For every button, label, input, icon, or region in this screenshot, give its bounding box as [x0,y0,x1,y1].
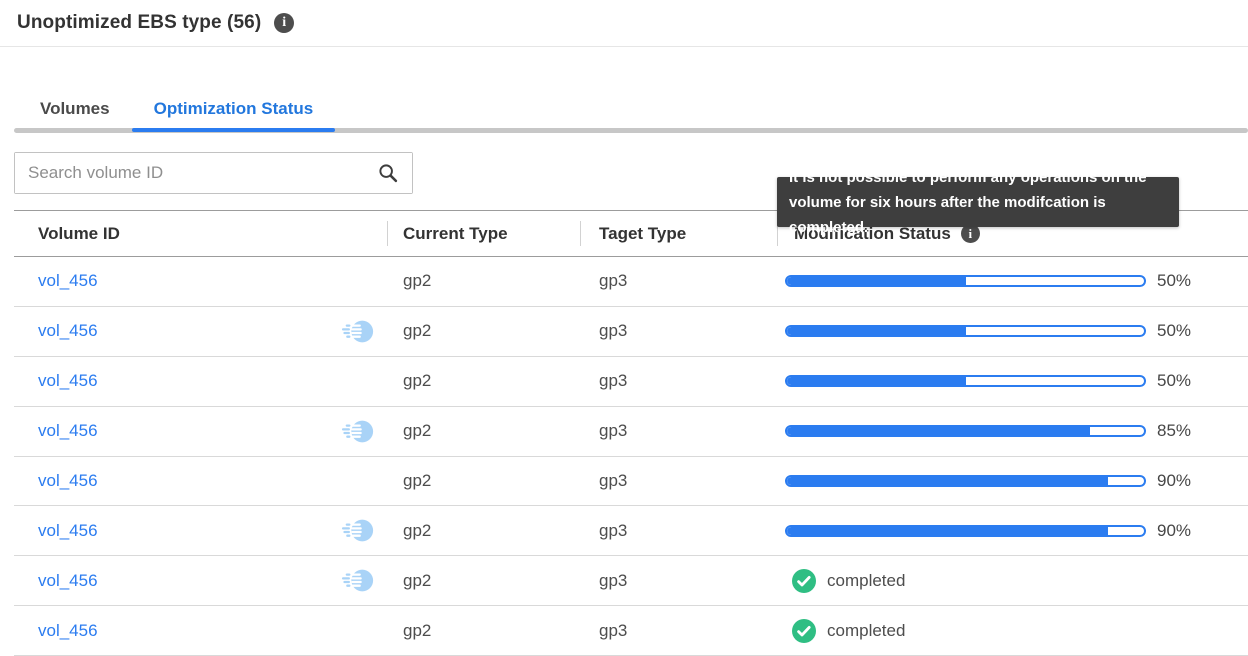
progress-percent-label: 50% [1157,371,1191,391]
progress-percent-label: 90% [1157,471,1191,491]
progress-bar-fill [787,477,1108,485]
volume-id-link[interactable]: vol_456 [38,421,98,441]
current-type-cell: gp2 [387,257,580,306]
progress-bar-fill [787,277,966,285]
current-type-cell: gp2 [387,556,580,605]
search-box [14,152,413,194]
current-type-cell: gp2 [387,506,580,555]
modification-status-cell: 90% [777,506,1248,555]
table-row: vol_456 [14,606,1248,656]
target-type-cell: gp3 [580,457,777,506]
target-type-cell: gp3 [580,257,777,306]
page-title: Unoptimized EBS type (56) [17,12,261,34]
progress-bar [785,425,1146,437]
current-type-cell: gp2 [387,407,580,456]
progress-indicator: 50% [785,271,1191,291]
progress-indicator: 90% [785,471,1191,491]
target-type-cell: gp3 [580,556,777,605]
target-type-cell: gp3 [580,307,777,356]
target-type-cell: gp3 [580,407,777,456]
current-type-cell: gp2 [387,307,580,356]
completed-label: completed [827,571,905,591]
progress-bar-fill [787,327,966,335]
table-row: vol_456 [14,357,1248,407]
title-info-icon[interactable]: i [274,13,294,33]
modification-status-cell: 50% [777,257,1248,306]
fast-modification-icon [341,418,375,445]
search-input[interactable] [15,153,412,193]
volume-id-link[interactable]: vol_456 [38,621,98,641]
progress-indicator: 50% [785,371,1191,391]
volume-id-link[interactable]: vol_456 [38,321,98,341]
table-row: vol_456 [14,307,1248,357]
current-type-cell: gp2 [387,606,580,655]
volume-id-cell: vol_456 [14,457,387,506]
volume-id-link[interactable]: vol_456 [38,371,98,391]
column-header-volume-id: Volume ID [14,211,387,256]
progress-bar-fill [787,377,966,385]
modification-status-cell: completed [777,606,1248,655]
volume-id-cell: vol_456 [14,357,387,406]
target-type-cell: gp3 [580,606,777,655]
completed-status: completed [785,619,905,643]
target-type-cell: gp3 [580,506,777,555]
tab-bar: Volumes Optimization Status [14,90,1248,133]
modification-status-cell: 90% [777,457,1248,506]
modification-status-tooltip: It is not possible to perform any operat… [777,177,1179,227]
progress-bar-fill [787,527,1108,535]
column-header-current-type: Current Type [387,211,580,256]
progress-percent-label: 90% [1157,521,1191,541]
fast-modification-icon [341,318,375,345]
modification-status-cell: completed [777,556,1248,605]
volume-id-link[interactable]: vol_456 [38,471,98,491]
progress-percent-label: 50% [1157,271,1191,291]
tab-volumes[interactable]: Volumes [14,90,132,133]
table-row: vol_456 [14,556,1248,606]
optimization-status-table: Volume ID Current Type Taget Type Modifi… [14,210,1248,656]
completed-label: completed [827,621,905,641]
current-type-cell: gp2 [387,357,580,406]
volume-id-link[interactable]: vol_456 [38,271,98,291]
progress-indicator: 50% [785,321,1191,341]
volume-id-link[interactable]: vol_456 [38,571,98,591]
progress-indicator: 90% [785,521,1191,541]
progress-bar [785,375,1146,387]
modification-status-cell: 50% [777,357,1248,406]
table-row: vol_456 [14,457,1248,507]
progress-bar [785,475,1146,487]
table-row: vol_456 [14,506,1248,556]
fast-modification-icon [341,567,375,594]
check-circle-icon [792,619,816,643]
completed-status: completed [785,569,905,593]
progress-bar-fill [787,427,1090,435]
column-header-target-type: Taget Type [580,211,777,256]
target-type-cell: gp3 [580,357,777,406]
current-type-cell: gp2 [387,457,580,506]
volume-id-cell: vol_456 [14,606,387,655]
volume-id-cell: vol_456 [14,556,387,605]
progress-bar [785,525,1146,537]
modification-status-cell: 50% [777,307,1248,356]
progress-percent-label: 85% [1157,421,1191,441]
tab-optimization-status[interactable]: Optimization Status [132,90,336,133]
progress-indicator: 85% [785,421,1191,441]
page-header: Unoptimized EBS type (56) i [0,0,1248,47]
table-body: vol_456 [14,257,1248,656]
table-row: vol_456 [14,407,1248,457]
volume-id-cell: vol_456 [14,257,387,306]
progress-bar [785,275,1146,287]
table-row: vol_456 [14,257,1248,307]
volume-id-link[interactable]: vol_456 [38,521,98,541]
volume-id-cell: vol_456 [14,506,387,555]
fast-modification-icon [341,517,375,544]
volume-id-cell: vol_456 [14,307,387,356]
progress-bar [785,325,1146,337]
search-icon[interactable] [377,162,399,184]
modification-status-cell: 85% [777,407,1248,456]
check-circle-icon [792,569,816,593]
volume-id-cell: vol_456 [14,407,387,456]
progress-percent-label: 50% [1157,321,1191,341]
